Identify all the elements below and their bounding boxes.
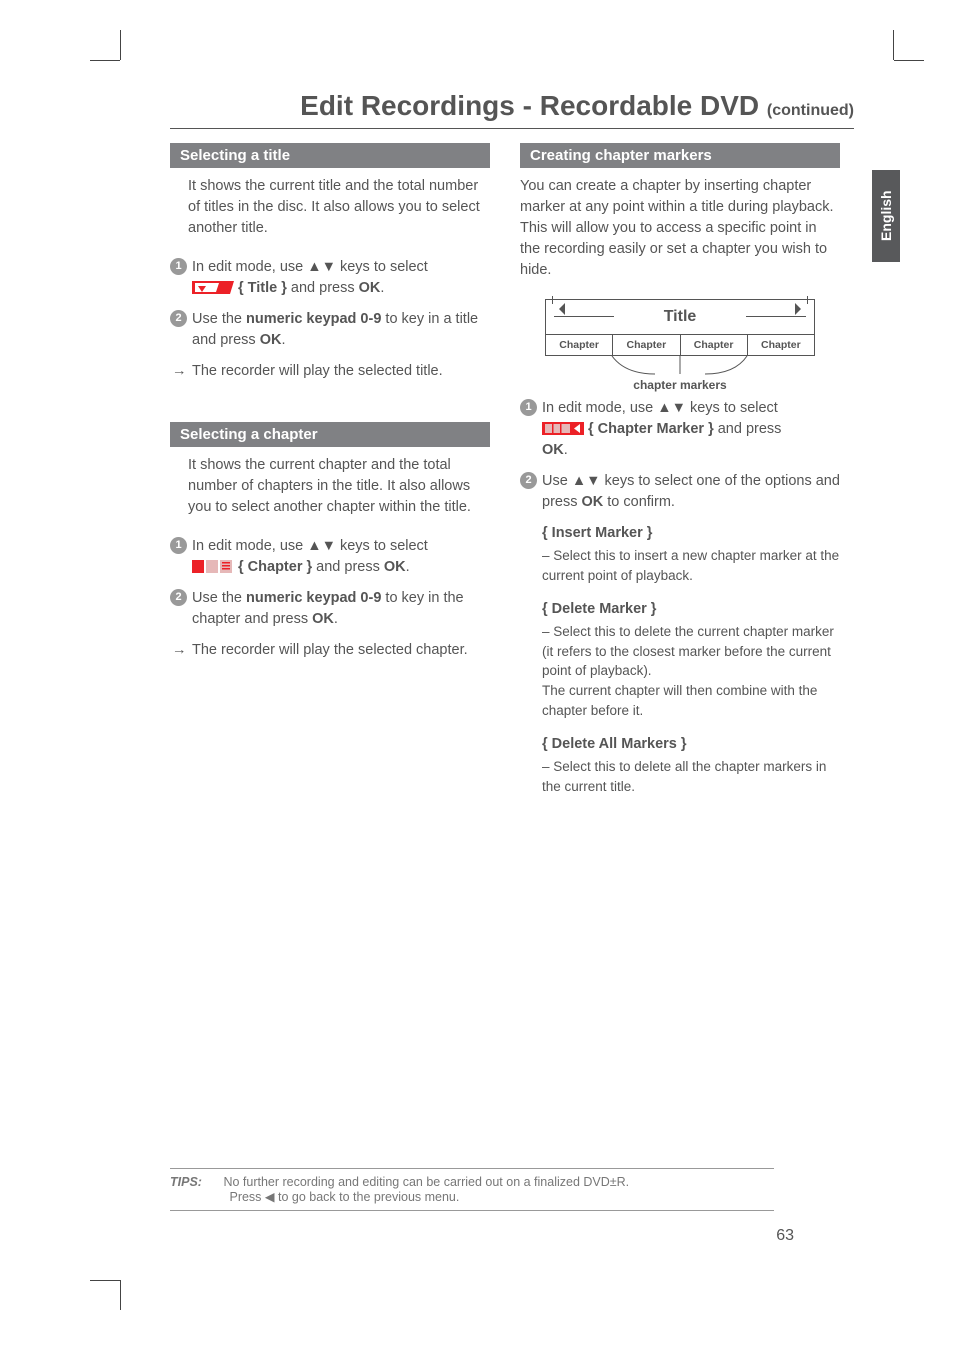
step-2-marker: 2 Use ▲▼ keys to select one of the optio… [520,471,840,513]
section-bar-chapter-markers: Creating chapter markers [520,143,840,168]
intro-chapter-markers: You can create a chapter by inserting ch… [520,176,840,281]
step-number-icon: 2 [170,589,187,606]
diagram-chapter-cell: Chapter [748,335,814,355]
ok-label: OK [260,332,282,348]
page-number: 63 [776,1227,794,1245]
step-text: Use the [192,311,246,327]
step-1-title: 1 In edit mode, use ▲▼ keys to select { … [170,257,490,299]
chapter-marker-menu-label: { Chapter Marker } [588,421,714,437]
option-insert-marker-body: – Select this to insert a new chapter ma… [542,546,840,585]
crop-mark [90,1280,120,1281]
step-text: In edit mode, use ▲▼ keys to select [542,400,778,416]
option-insert-marker-title: { Insert Marker } [542,523,840,544]
option-delete-marker-body: – Select this to delete the current chap… [542,622,840,720]
crop-mark [894,60,924,61]
option-delete-all-markers-title: { Delete All Markers } [542,734,840,755]
step-number-icon: 2 [170,310,187,327]
ok-label: OK [312,611,334,627]
step-number-icon: 1 [520,399,537,416]
ok-label: OK [384,559,406,575]
step-text: In edit mode, use ▲▼ keys to select [192,259,428,275]
result-arrow-line: The recorder will play the selected titl… [170,361,490,382]
diagram-title-bar: Title [545,299,815,335]
keypad-label: numeric keypad 0-9 [246,311,381,327]
tips-line-2: Press ◀ to go back to the previous menu. [229,1190,459,1204]
step-text: . [406,559,410,575]
step-number-icon: 1 [170,537,187,554]
section-bar-selecting-title: Selecting a title [170,143,490,168]
step-number-icon: 1 [170,258,187,275]
crop-mark [120,30,121,60]
step-1-marker: 1 In edit mode, use ▲▼ keys to select { … [520,398,840,461]
step-text: Use the [192,590,246,606]
option-delete-all-markers-body: – Select this to delete all the chapter … [542,757,840,796]
crop-mark [90,60,120,61]
page-title-continued: (continued) [767,102,854,119]
option-delete-marker-title: { Delete Marker } [542,599,840,620]
step-number-icon: 2 [520,472,537,489]
page-title-main: Edit Recordings - Recordable DVD [300,90,767,121]
title-menu-label: { Title } [238,280,287,296]
step-text: . [380,280,384,296]
intro-selecting-chapter: It shows the current chapter and the tot… [188,455,490,518]
step-text: . [334,611,338,627]
chapter-marker-thumb-icon [542,422,584,435]
diagram-chapter-row: Chapter Chapter Chapter Chapter [545,335,815,356]
left-column: Selecting a title It shows the current t… [170,143,490,810]
result-arrow-line: The recorder will play the selected chap… [170,640,490,661]
page-title: Edit Recordings - Recordable DVD (contin… [170,90,854,129]
diagram-chapter-cell: Chapter [681,335,748,355]
tips-label: TIPS: [170,1175,202,1189]
chapter-thumb-icon [192,560,234,573]
ok-label: OK [359,280,381,296]
chapter-diagram: Title Chapter Chapter Chapter Chapter ch… [545,299,815,392]
step-text: In edit mode, use ▲▼ keys to select [192,538,428,554]
keypad-label: numeric keypad 0-9 [246,590,381,606]
step-text: and press [714,421,782,437]
ok-label: OK [582,494,604,510]
step-text: and press [312,559,384,575]
section-bar-selecting-chapter: Selecting a chapter [170,422,490,447]
crop-mark [893,30,894,60]
diagram-caption: chapter markers [545,378,815,392]
tips-line-1: No further recording and editing can be … [223,1175,629,1189]
tips-bar: TIPS: No further recording and editing c… [170,1168,774,1211]
step-2-chapter: 2 Use the numeric keypad 0-9 to key in t… [170,588,490,630]
diagram-chapter-cell: Chapter [546,335,613,355]
title-thumb-icon [192,281,234,294]
right-column: Creating chapter markers You can create … [520,143,840,810]
intro-selecting-title: It shows the current title and the total… [188,176,490,239]
step-1-chapter: 1 In edit mode, use ▲▼ keys to select { … [170,536,490,578]
diagram-marker-lines [545,356,815,376]
step-text: to confirm. [603,494,675,510]
chapter-menu-label: { Chapter } [238,559,312,575]
step-text: . [564,442,568,458]
step-2-title: 2 Use the numeric keypad 0-9 to key in a… [170,309,490,351]
ok-label: OK [542,442,564,458]
diagram-chapter-cell: Chapter [613,335,680,355]
step-text: . [281,332,285,348]
step-text: and press [287,280,359,296]
diagram-title-label: Title [664,308,697,326]
